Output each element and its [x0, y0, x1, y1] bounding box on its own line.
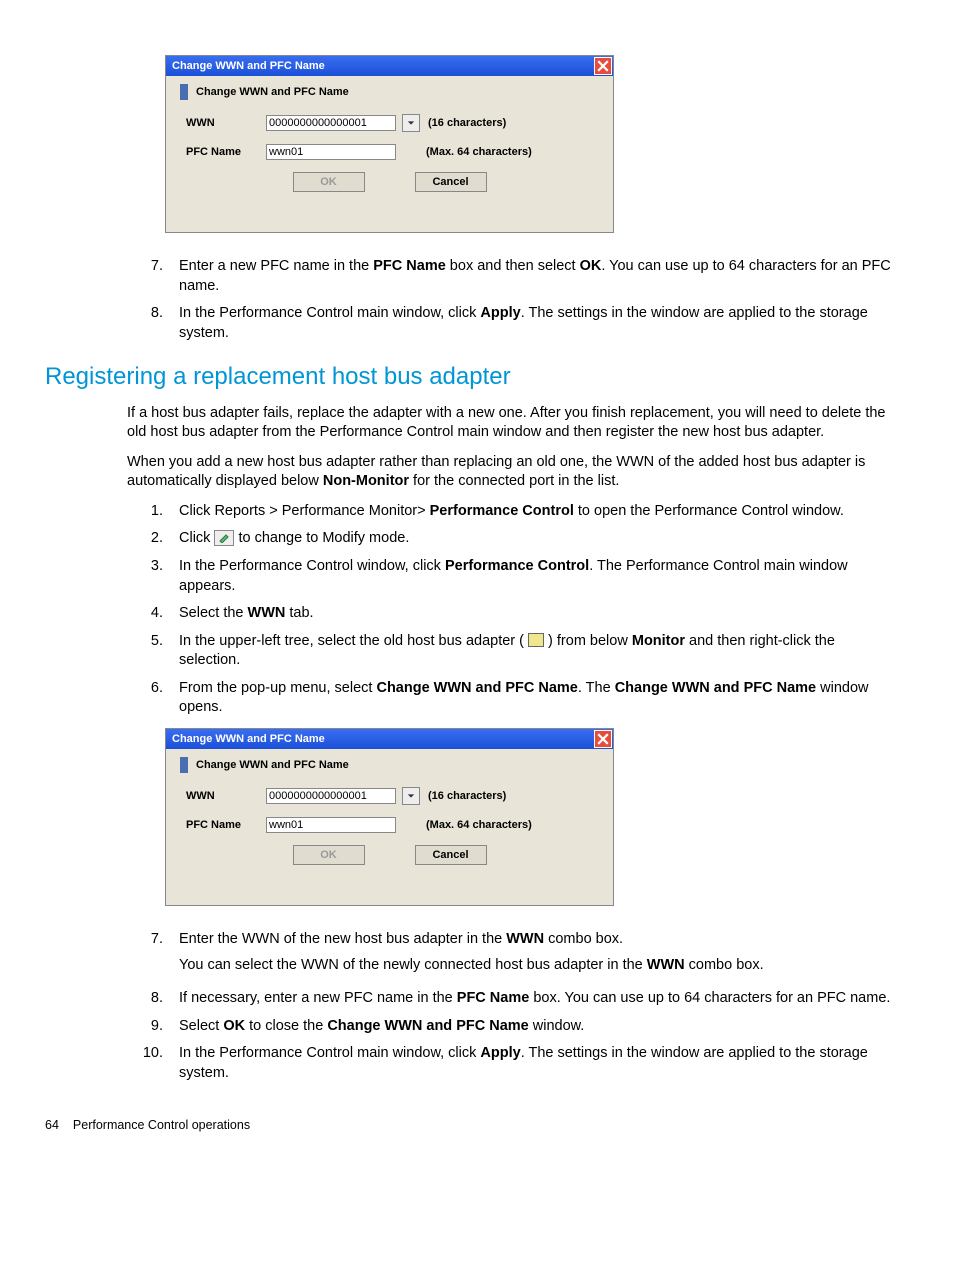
dialog-titlebar: Change WWN and PFC Name — [166, 56, 613, 76]
wwn-label: WWN — [186, 116, 266, 131]
change-wwn-dialog: Change WWN and PFC Name Change WWN and P… — [165, 728, 614, 906]
hba-icon — [528, 633, 544, 647]
step-text: If necessary, enter a new PFC name in th… — [179, 989, 909, 1009]
chevron-down-icon[interactable] — [402, 787, 420, 805]
dialog-header: Change WWN and PFC Name — [176, 84, 603, 100]
modify-icon — [214, 530, 234, 546]
list-item: 2. Click to change to Modify mode. — [45, 529, 909, 549]
dialog-header-text: Change WWN and PFC Name — [196, 85, 349, 100]
step-number: 5. — [127, 632, 179, 671]
change-wwn-dialog: Change WWN and PFC Name Change WWN and P… — [165, 55, 614, 233]
step-number: 7. — [127, 930, 179, 981]
step-text: Enter a new PFC name in the PFC Name box… — [179, 257, 909, 296]
cancel-button[interactable]: Cancel — [415, 172, 487, 192]
chevron-down-icon[interactable] — [402, 114, 420, 132]
list-item: 4. Select the WWN tab. — [45, 604, 909, 624]
step-text: In the Performance Control window, click… — [179, 557, 909, 596]
list-item: 10. In the Performance Control main wind… — [45, 1044, 909, 1083]
list-item: 7. Enter the WWN of the new host bus ada… — [45, 930, 909, 981]
step-number: 4. — [127, 604, 179, 624]
step-number: 6. — [127, 679, 179, 718]
step-text: Enter the WWN of the new host bus adapte… — [179, 930, 909, 981]
pfc-hint: (Max. 64 characters) — [426, 145, 532, 160]
step-number: 7. — [127, 257, 179, 296]
close-icon[interactable] — [594, 57, 612, 75]
step-text: Select the WWN tab. — [179, 604, 909, 624]
step-number: 3. — [127, 557, 179, 596]
step-number: 10. — [127, 1044, 179, 1083]
list-item: 8. In the Performance Control main windo… — [45, 304, 909, 343]
step-text: In the Performance Control main window, … — [179, 304, 909, 343]
step-text: In the upper-left tree, select the old h… — [179, 632, 909, 671]
footer-section: Performance Control operations — [73, 1117, 250, 1134]
step-text: Select OK to close the Change WWN and PF… — [179, 1017, 909, 1037]
cancel-button[interactable]: Cancel — [415, 845, 487, 865]
dialog-titlebar: Change WWN and PFC Name — [166, 729, 613, 749]
step-number: 9. — [127, 1017, 179, 1037]
list-item: 9. Select OK to close the Change WWN and… — [45, 1017, 909, 1037]
step-text: From the pop-up menu, select Change WWN … — [179, 679, 909, 718]
ok-button[interactable]: OK — [293, 845, 365, 865]
list-item: 1. Click Reports > Performance Monitor> … — [45, 502, 909, 522]
paragraph: When you add a new host bus adapter rath… — [45, 453, 909, 492]
header-bar-icon — [180, 84, 188, 100]
step-number: 2. — [127, 529, 179, 549]
dialog-title: Change WWN and PFC Name — [172, 59, 325, 74]
dialog-header: Change WWN and PFC Name — [176, 757, 603, 773]
step-text: Click Reports > Performance Monitor> Per… — [179, 502, 909, 522]
paragraph: If a host bus adapter fails, replace the… — [45, 404, 909, 443]
page-footer: 64 Performance Control operations — [45, 1117, 909, 1134]
pfc-hint: (Max. 64 characters) — [426, 818, 532, 833]
dialog-title: Change WWN and PFC Name — [172, 732, 325, 747]
page-number: 64 — [45, 1117, 59, 1134]
step-number: 8. — [127, 304, 179, 343]
step-text: Click to change to Modify mode. — [179, 529, 909, 549]
header-bar-icon — [180, 757, 188, 773]
list-item: 6. From the pop-up menu, select Change W… — [45, 679, 909, 718]
section-heading: Registering a replacement host bus adapt… — [45, 361, 909, 393]
list-item: 8. If necessary, enter a new PFC name in… — [45, 989, 909, 1009]
list-item: 3. In the Performance Control window, cl… — [45, 557, 909, 596]
wwn-input[interactable] — [266, 115, 396, 131]
pfc-input[interactable] — [266, 144, 396, 160]
wwn-input[interactable] — [266, 788, 396, 804]
step-number: 1. — [127, 502, 179, 522]
pfc-label: PFC Name — [186, 145, 266, 160]
ok-button[interactable]: OK — [293, 172, 365, 192]
wwn-hint: (16 characters) — [428, 116, 506, 131]
close-icon[interactable] — [594, 730, 612, 748]
pfc-input[interactable] — [266, 817, 396, 833]
list-item: 5. In the upper-left tree, select the ol… — [45, 632, 909, 671]
wwn-hint: (16 characters) — [428, 789, 506, 804]
step-text: In the Performance Control main window, … — [179, 1044, 909, 1083]
list-item: 7. Enter a new PFC name in the PFC Name … — [45, 257, 909, 296]
pfc-label: PFC Name — [186, 818, 266, 833]
step-number: 8. — [127, 989, 179, 1009]
wwn-label: WWN — [186, 789, 266, 804]
dialog-header-text: Change WWN and PFC Name — [196, 758, 349, 773]
